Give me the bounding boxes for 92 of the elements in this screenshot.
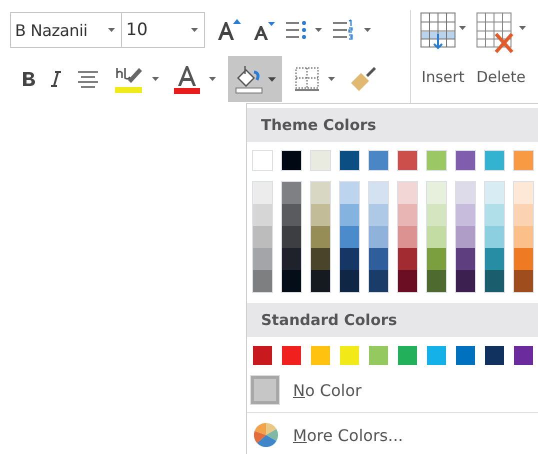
color-swatch[interactable] <box>253 182 272 204</box>
more-colors-item[interactable]: More Colors... <box>247 417 538 453</box>
color-swatch[interactable] <box>282 204 301 226</box>
color-swatch[interactable] <box>427 182 446 204</box>
shrink-font-icon[interactable] <box>251 19 275 41</box>
caret-icon[interactable] <box>328 77 335 81</box>
caret-icon[interactable] <box>209 77 216 81</box>
paint-bucket-icon <box>234 64 264 94</box>
color-swatch[interactable] <box>311 270 330 292</box>
color-swatch[interactable] <box>485 204 504 226</box>
color-swatch[interactable] <box>485 248 504 270</box>
color-swatch[interactable] <box>340 204 359 226</box>
color-swatch[interactable] <box>485 270 504 292</box>
grow-font-icon[interactable] <box>215 18 241 42</box>
color-swatch[interactable] <box>311 182 330 204</box>
color-swatch[interactable] <box>514 182 533 204</box>
color-swatch[interactable] <box>398 270 417 292</box>
color-swatch[interactable] <box>514 204 533 226</box>
color-swatch[interactable] <box>456 226 475 248</box>
color-swatch[interactable] <box>369 182 388 204</box>
color-swatch[interactable] <box>427 226 446 248</box>
caret-icon[interactable] <box>364 28 371 32</box>
color-swatch[interactable] <box>340 182 359 204</box>
color-swatch[interactable] <box>311 204 330 226</box>
color-swatch[interactable] <box>514 270 533 292</box>
color-swatch[interactable] <box>456 248 475 270</box>
color-swatch[interactable] <box>484 150 505 171</box>
color-swatch[interactable] <box>340 248 359 270</box>
caret-icon[interactable] <box>315 28 322 32</box>
color-swatch[interactable] <box>340 226 359 248</box>
caret-icon <box>108 28 115 32</box>
section-header: Standard Colors <box>247 303 538 337</box>
bold-icon[interactable] <box>22 71 36 87</box>
color-swatch[interactable] <box>369 204 388 226</box>
color-swatch[interactable] <box>514 248 533 270</box>
color-swatch[interactable] <box>340 270 359 292</box>
caret-icon <box>459 26 466 30</box>
caret-icon <box>268 76 276 82</box>
color-swatch[interactable] <box>252 150 273 171</box>
color-swatch[interactable] <box>282 270 301 292</box>
color-swatch[interactable] <box>398 182 417 204</box>
color-swatch[interactable] <box>455 150 476 171</box>
font-color-icon[interactable] <box>173 64 201 94</box>
insert-button[interactable]: Insert <box>415 10 471 104</box>
color-swatch[interactable] <box>310 150 331 171</box>
align-center-icon[interactable] <box>76 70 100 88</box>
table-insert-icon <box>420 12 456 52</box>
color-swatch[interactable] <box>253 204 272 226</box>
color-swatch[interactable] <box>281 150 302 171</box>
borders-icon[interactable] <box>294 66 320 92</box>
color-swatch[interactable] <box>253 248 272 270</box>
color-swatch[interactable] <box>513 150 534 171</box>
shading-button[interactable] <box>228 56 282 102</box>
caret-icon[interactable] <box>152 77 159 81</box>
color-swatch[interactable] <box>456 270 475 292</box>
paintbrush-icon[interactable] <box>349 65 377 93</box>
color-swatch[interactable] <box>253 270 272 292</box>
italic-icon[interactable] <box>50 71 62 87</box>
caret-icon <box>191 28 198 32</box>
color-swatch[interactable] <box>456 182 475 204</box>
color-swatch[interactable] <box>253 226 272 248</box>
section-header: Theme Colors <box>247 108 538 142</box>
color-swatch[interactable] <box>456 204 475 226</box>
color-swatch[interactable] <box>514 226 533 248</box>
color-swatch[interactable] <box>398 204 417 226</box>
table-delete-icon <box>476 12 516 54</box>
color-swatch[interactable] <box>369 270 388 292</box>
color-swatch[interactable] <box>485 226 504 248</box>
color-swatch[interactable] <box>485 182 504 204</box>
color-swatch[interactable] <box>426 150 447 171</box>
color-swatch[interactable] <box>339 150 360 171</box>
font-name-dropdown[interactable]: B Nazanii <box>10 12 122 48</box>
color-swatch[interactable] <box>369 248 388 270</box>
caret-icon <box>519 26 526 30</box>
color-swatch[interactable] <box>368 150 389 171</box>
color-swatch[interactable] <box>282 182 301 204</box>
color-swatch[interactable] <box>369 226 388 248</box>
color-swatch[interactable] <box>427 204 446 226</box>
color-swatch[interactable] <box>397 150 418 171</box>
color-swatch[interactable] <box>398 248 417 270</box>
color-swatch[interactable] <box>282 248 301 270</box>
color-swatch[interactable] <box>427 270 446 292</box>
color-swatch[interactable] <box>398 226 417 248</box>
color-wheel-icon <box>253 422 279 448</box>
font-size-dropdown[interactable]: 10 <box>121 12 205 48</box>
color-swatch[interactable] <box>282 226 301 248</box>
color-swatch[interactable] <box>427 248 446 270</box>
bullets-icon[interactable] <box>285 19 307 41</box>
no-color-item[interactable]: No Color <box>247 372 538 408</box>
color-swatch[interactable] <box>311 226 330 248</box>
color-swatch[interactable] <box>311 248 330 270</box>
delete-button[interactable]: Delete <box>471 10 531 104</box>
